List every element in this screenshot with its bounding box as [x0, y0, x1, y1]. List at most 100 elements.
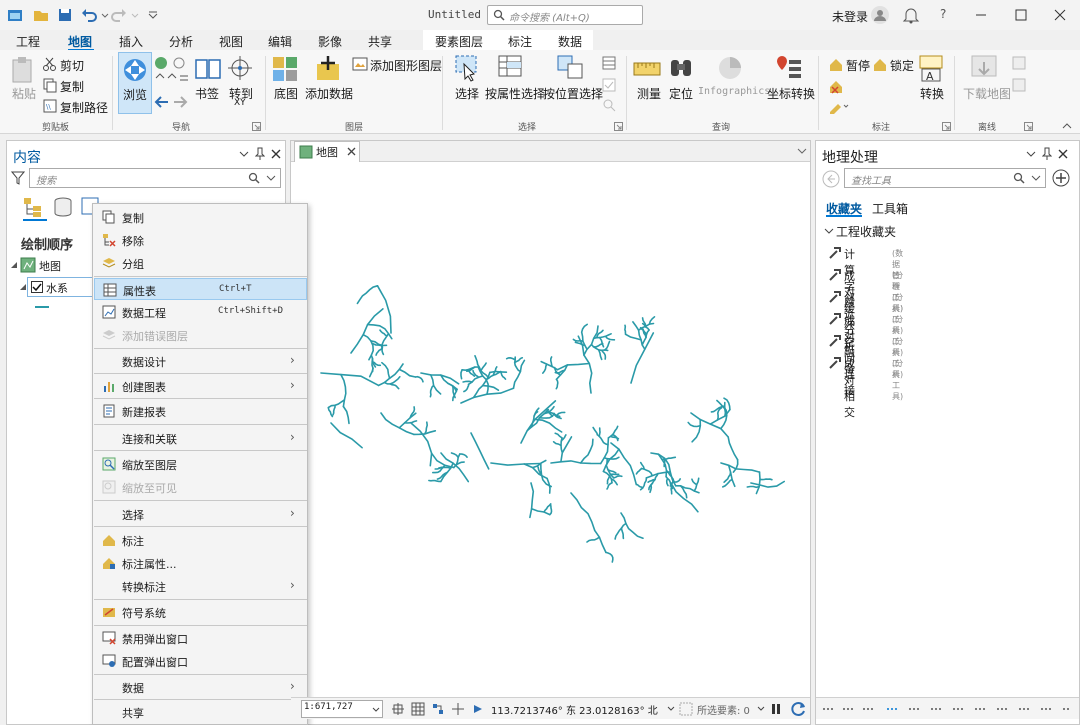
add-graphics-layer-icon[interactable] [352, 56, 368, 72]
paste-button[interactable]: 粘贴 [12, 85, 36, 102]
pane-options-icon[interactable] [1026, 150, 1036, 158]
maximize-icon[interactable] [1014, 8, 1028, 22]
copy-path-button[interactable]: 复制路径 [60, 99, 108, 116]
menu-item-zoom-to-layer[interactable]: 缩放至图层 [94, 453, 307, 475]
find-tools-input[interactable]: 查找工具 [844, 168, 1046, 188]
lock-labels-button[interactable]: 锁定 [890, 57, 914, 74]
user-avatar-icon[interactable] [870, 5, 890, 25]
measure-icon[interactable] [633, 62, 661, 76]
tab-feature-layer[interactable]: 要素图层 [435, 33, 483, 50]
menu-item-create-chart[interactable]: 创建图表 › [94, 375, 307, 397]
select-by-attributes-button[interactable]: 按属性选择 [485, 85, 545, 102]
grid-icon[interactable] [411, 702, 425, 716]
close-tab-icon[interactable] [347, 147, 356, 156]
attributes-icon[interactable] [602, 56, 616, 70]
remove-offline-icon[interactable] [1012, 78, 1026, 92]
contents-search-input[interactable]: 搜索 [29, 168, 281, 188]
labeling-launcher-icon[interactable] [942, 122, 951, 131]
tab-edit[interactable]: 编辑 [268, 33, 292, 50]
back-forward-icon[interactable] [154, 95, 190, 109]
close-pane-icon[interactable] [271, 149, 281, 159]
map-tab[interactable]: 地图 [294, 141, 360, 162]
add-data-icon[interactable] [314, 54, 342, 82]
close-window-icon[interactable] [1053, 8, 1067, 22]
menu-item-label-properties[interactable]: 标注属性... [94, 552, 307, 574]
menu-item-copy[interactable]: 复制 [94, 206, 307, 228]
tab-project[interactable]: 工程 [16, 33, 40, 50]
expand-map-icon[interactable] [10, 261, 18, 269]
pin-pane-icon[interactable] [255, 147, 265, 161]
navigation-icon[interactable] [451, 702, 465, 716]
select-by-location-button[interactable]: 按位置选择 [543, 85, 603, 102]
menu-item-configure-popups[interactable]: 配置弹出窗口 [94, 650, 307, 672]
layer-visibility-checkbox[interactable] [31, 281, 43, 293]
offline-launcher-icon[interactable] [1024, 122, 1033, 131]
menu-item-joins-relates[interactable]: 连接和关联 › [94, 427, 307, 449]
menu-item-data-engineering[interactable]: 数据工程 Ctrl+Shift+D [94, 301, 307, 323]
tab-imagery[interactable]: 影像 [318, 33, 342, 50]
collapse-ribbon-icon[interactable] [1062, 122, 1072, 130]
selection-launcher-icon[interactable] [614, 122, 623, 131]
goto-xy-icon[interactable] [228, 56, 252, 82]
fixed-zoom-icon[interactable] [391, 702, 405, 716]
view-unplaced-icon[interactable] [828, 78, 844, 94]
save-icon[interactable] [56, 6, 74, 24]
convert-coordinates-icon[interactable] [775, 54, 803, 82]
navigate-launcher-icon[interactable] [252, 122, 261, 131]
menu-item-symbology[interactable]: 符号系统 [94, 601, 307, 623]
customize-toolbar-icon[interactable] [146, 6, 160, 24]
infographics-button[interactable]: Infographics [698, 86, 770, 97]
label-pen-icon[interactable] [828, 98, 850, 114]
menu-item-selection[interactable]: 选择 › [94, 503, 307, 525]
measure-button[interactable]: 测量 [637, 85, 661, 102]
full-extent-icon[interactable] [154, 54, 190, 90]
sign-in-status[interactable]: 未登录 [832, 8, 868, 25]
tab-list-dropdown-icon[interactable] [797, 148, 807, 156]
notification-bell-icon[interactable] [902, 5, 920, 25]
pause-drawing-icon[interactable] [769, 702, 783, 716]
tab-data[interactable]: 数据 [558, 33, 582, 50]
cut-button[interactable]: 剪切 [60, 57, 84, 74]
select-by-attributes-icon[interactable] [497, 54, 525, 82]
collapse-favorites-icon[interactable] [824, 228, 834, 236]
command-search-input[interactable]: 命令搜索 (Alt+Q) [487, 5, 643, 25]
select-by-location-icon[interactable] [556, 54, 586, 82]
back-icon[interactable] [822, 170, 840, 188]
tab-labeling[interactable]: 标注 [508, 33, 532, 50]
help-button[interactable]: ? [940, 7, 946, 21]
menu-item-share[interactable]: 共享› [94, 701, 307, 723]
lock-labels-icon[interactable] [872, 56, 888, 72]
download-map-icon[interactable] [970, 54, 998, 82]
bookmarks-button[interactable]: 书签 [195, 85, 219, 102]
pause-labeling-icon[interactable] [828, 56, 844, 72]
coordinate-format-dropdown-icon[interactable] [667, 706, 675, 712]
list-by-drawing-order-icon[interactable] [23, 197, 45, 217]
expand-layer-icon[interactable] [19, 283, 27, 291]
redo-icon[interactable] [110, 6, 128, 24]
search-options-icon[interactable] [1031, 175, 1041, 183]
locate-button[interactable]: 定位 [669, 85, 693, 102]
convert-coordinates-button[interactable]: 坐标转换 [767, 85, 815, 102]
tab-analysis[interactable]: 分析 [169, 33, 193, 50]
minimize-icon[interactable] [974, 8, 988, 22]
menu-item-data-design[interactable]: 数据设计 › [94, 350, 307, 372]
add-data-button[interactable]: 添加数据 [305, 85, 353, 102]
menu-item-remove[interactable]: 移除 [94, 229, 307, 251]
explore-button[interactable]: 浏览 [118, 52, 152, 114]
add-tool-icon[interactable] [1052, 169, 1070, 187]
menu-item-attribute-table[interactable]: 属性表 Ctrl+T [94, 278, 307, 300]
copy-icon[interactable] [42, 77, 58, 93]
pause-labeling-button[interactable]: 暂停 [846, 57, 870, 74]
menu-item-data[interactable]: 数据 › [94, 676, 307, 698]
add-graphics-layer-button[interactable]: 添加图形图层 [370, 57, 442, 74]
menu-item-new-report[interactable]: 新建报表 [94, 400, 307, 422]
menu-item-convert-labels[interactable]: 转换标注 › [94, 575, 307, 597]
cut-icon[interactable] [42, 56, 58, 72]
search-options-icon[interactable] [266, 175, 276, 183]
download-map-button[interactable]: 下载地图 [963, 85, 1011, 102]
zoom-to-selection-icon[interactable] [602, 98, 616, 112]
menu-item-disable-popups[interactable]: 禁用弹出窗口 [94, 627, 307, 649]
open-folder-icon[interactable] [32, 6, 50, 24]
snapping-icon[interactable] [431, 702, 445, 716]
sync-icon[interactable] [1012, 56, 1026, 70]
